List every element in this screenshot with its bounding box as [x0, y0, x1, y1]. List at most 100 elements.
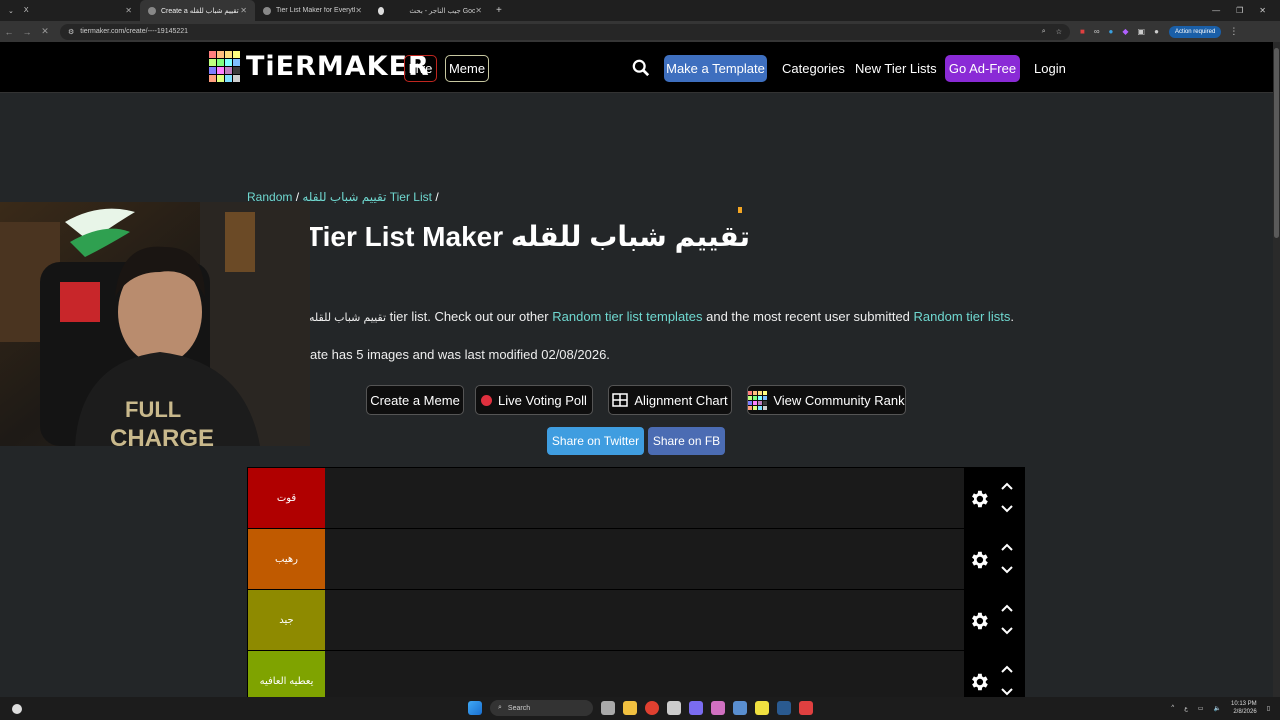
extension-icon[interactable]: ■: [1080, 27, 1085, 36]
new-tab-button[interactable]: +: [496, 5, 502, 16]
tier-label[interactable]: جيد: [248, 590, 325, 650]
login-link[interactable]: Login: [1034, 61, 1066, 76]
notification-icon[interactable]: ▯: [1267, 705, 1270, 712]
steam-icon[interactable]: [777, 701, 791, 715]
restore-icon[interactable]: ❐: [1236, 6, 1243, 15]
go-ad-free-button[interactable]: Go Ad-Free: [945, 55, 1020, 82]
bookmark-star-icon[interactable]: ☆: [1056, 28, 1062, 36]
app-icon[interactable]: [733, 701, 747, 715]
logo-cell: [209, 67, 216, 74]
live-voting-poll-button[interactable]: Live Voting Poll: [475, 385, 593, 415]
chevron-down-icon[interactable]: [1000, 504, 1014, 514]
close-icon[interactable]: ✕: [475, 6, 482, 15]
url-field[interactable]: ⚙ tiermaker.com/create/----19145221 ⌕ ☆: [60, 23, 1070, 40]
taskbar-search[interactable]: ⌕ Search: [490, 700, 593, 716]
action-required-button[interactable]: Action required: [1168, 25, 1222, 38]
tab-list-icon[interactable]: ⌄: [8, 7, 14, 15]
breadcrumb-current-link[interactable]: تقييم شباب للقله Tier List: [302, 190, 432, 204]
close-icon[interactable]: ✕: [125, 6, 132, 15]
tier-drop-zone[interactable]: [325, 468, 964, 528]
clock-date: 2/8/2026: [1233, 709, 1257, 715]
chevron-up-icon[interactable]: [1000, 542, 1014, 552]
gear-icon[interactable]: [968, 671, 990, 693]
tab-tier-list-maker[interactable]: Tier List Maker for Everything -... ✕: [255, 0, 370, 21]
tier-label[interactable]: يعطيه العافيه: [248, 651, 325, 697]
extension-icon[interactable]: ◆: [1122, 27, 1128, 36]
extension-icon[interactable]: ∞: [1094, 27, 1100, 36]
window-close-icon[interactable]: ✕: [1259, 6, 1266, 15]
back-icon[interactable]: ←: [0, 27, 18, 37]
language-icon[interactable]: ع: [1184, 705, 1188, 712]
profile-icon[interactable]: ●: [1154, 27, 1159, 36]
view-community-rank-button[interactable]: View Community Rank: [747, 385, 906, 415]
close-icon[interactable]: ✕: [355, 6, 362, 15]
scrollbar-thumb[interactable]: [1274, 48, 1279, 238]
close-icon[interactable]: ✕: [240, 6, 247, 15]
alignment-chart-button[interactable]: Alignment Chart: [608, 385, 732, 415]
chevron-down-icon[interactable]: [1000, 687, 1014, 697]
chevron-up-icon[interactable]: [1000, 481, 1014, 491]
random-tier-lists-link[interactable]: Random tier lists: [914, 309, 1011, 324]
tiermaker-logo[interactable]: TiERMAKER: [209, 51, 430, 82]
logo-cell: [209, 59, 216, 66]
tier-row: رهيب: [247, 528, 1025, 589]
mouse-cursor: [738, 207, 742, 213]
discord-icon[interactable]: [689, 701, 703, 715]
share-twitter-button[interactable]: Share on Twitter: [547, 427, 644, 455]
new-tier-lists-link[interactable]: New Tier Lists: [855, 61, 937, 76]
logo-cell: [753, 390, 758, 395]
tab-label: جيب الناجر - بحث Google: [409, 7, 476, 15]
meme-button[interactable]: Meme: [445, 55, 489, 82]
tray-overflow-icon[interactable]: ^: [1171, 705, 1174, 711]
chrome-icon[interactable]: [645, 701, 659, 715]
share-facebook-button[interactable]: Share on FB: [648, 427, 725, 455]
browser-menu-icon[interactable]: ⋮: [1229, 26, 1238, 37]
random-templates-link[interactable]: Random tier list templates: [552, 309, 702, 324]
app-icon[interactable]: [711, 701, 725, 715]
chevron-up-icon[interactable]: [1000, 664, 1014, 674]
site-info-icon[interactable]: ⚙: [68, 28, 74, 36]
tab-tiermaker-create[interactable]: Create a تقييم شباب للقله Tier Li... ✕: [140, 0, 255, 21]
tier-drop-zone[interactable]: [325, 590, 964, 650]
gear-icon[interactable]: [968, 610, 990, 632]
chevron-down-icon[interactable]: [1000, 565, 1014, 575]
browser-tab-strip: ⌄ X ✕ Create a تقييم شباب للقله Tier Li.…: [0, 0, 1280, 21]
file-explorer-icon[interactable]: [623, 701, 637, 715]
network-icon[interactable]: ▭: [1198, 705, 1204, 712]
tier-label[interactable]: رهيب: [248, 529, 325, 589]
page-scrollbar[interactable]: [1273, 42, 1280, 697]
tier-drop-zone[interactable]: [325, 529, 964, 589]
clock[interactable]: 10:13 PM 2/8/2026: [1231, 700, 1257, 716]
store-icon[interactable]: [667, 701, 681, 715]
logo-cell: [763, 395, 768, 400]
tab-google-search[interactable]: جيب الناجر - بحث Google ✕: [370, 0, 490, 21]
search-icon[interactable]: [632, 59, 650, 77]
make-template-button[interactable]: Make a Template: [664, 55, 767, 82]
create-meme-button[interactable]: Create a Meme: [366, 385, 464, 415]
tier-drop-zone[interactable]: [325, 651, 964, 697]
svg-text:FULL: FULL: [125, 397, 181, 422]
gear-icon[interactable]: [968, 488, 990, 510]
minimize-icon[interactable]: —: [1212, 6, 1220, 15]
live-button[interactable]: Live: [404, 55, 437, 82]
extension-icon[interactable]: ●: [1109, 27, 1114, 36]
chevron-up-icon[interactable]: [1000, 603, 1014, 613]
sticky-notes-icon[interactable]: [755, 701, 769, 715]
extensions-puzzle-icon[interactable]: ▣: [1138, 27, 1146, 36]
favicon-icon: [263, 6, 271, 15]
chevron-down-icon[interactable]: [1000, 626, 1014, 636]
volume-icon[interactable]: 🔈: [1214, 705, 1221, 712]
tier-label[interactable]: قوت: [248, 468, 325, 528]
zoom-icon[interactable]: ⌕: [1042, 28, 1046, 36]
task-view-icon[interactable]: [601, 701, 615, 715]
app-icon[interactable]: [799, 701, 813, 715]
categories-link[interactable]: Categories: [782, 61, 845, 76]
logo-cell: [763, 405, 768, 410]
gear-icon[interactable]: [968, 549, 990, 571]
windows-start-icon[interactable]: [468, 701, 482, 715]
stop-loading-icon[interactable]: ✕: [36, 26, 54, 37]
tab-x[interactable]: ⌄ X ✕: [0, 0, 140, 21]
forward-icon[interactable]: →: [18, 27, 36, 37]
widgets-icon[interactable]: [12, 703, 22, 714]
url-text[interactable]: tiermaker.com/create/----19145221: [80, 28, 188, 35]
